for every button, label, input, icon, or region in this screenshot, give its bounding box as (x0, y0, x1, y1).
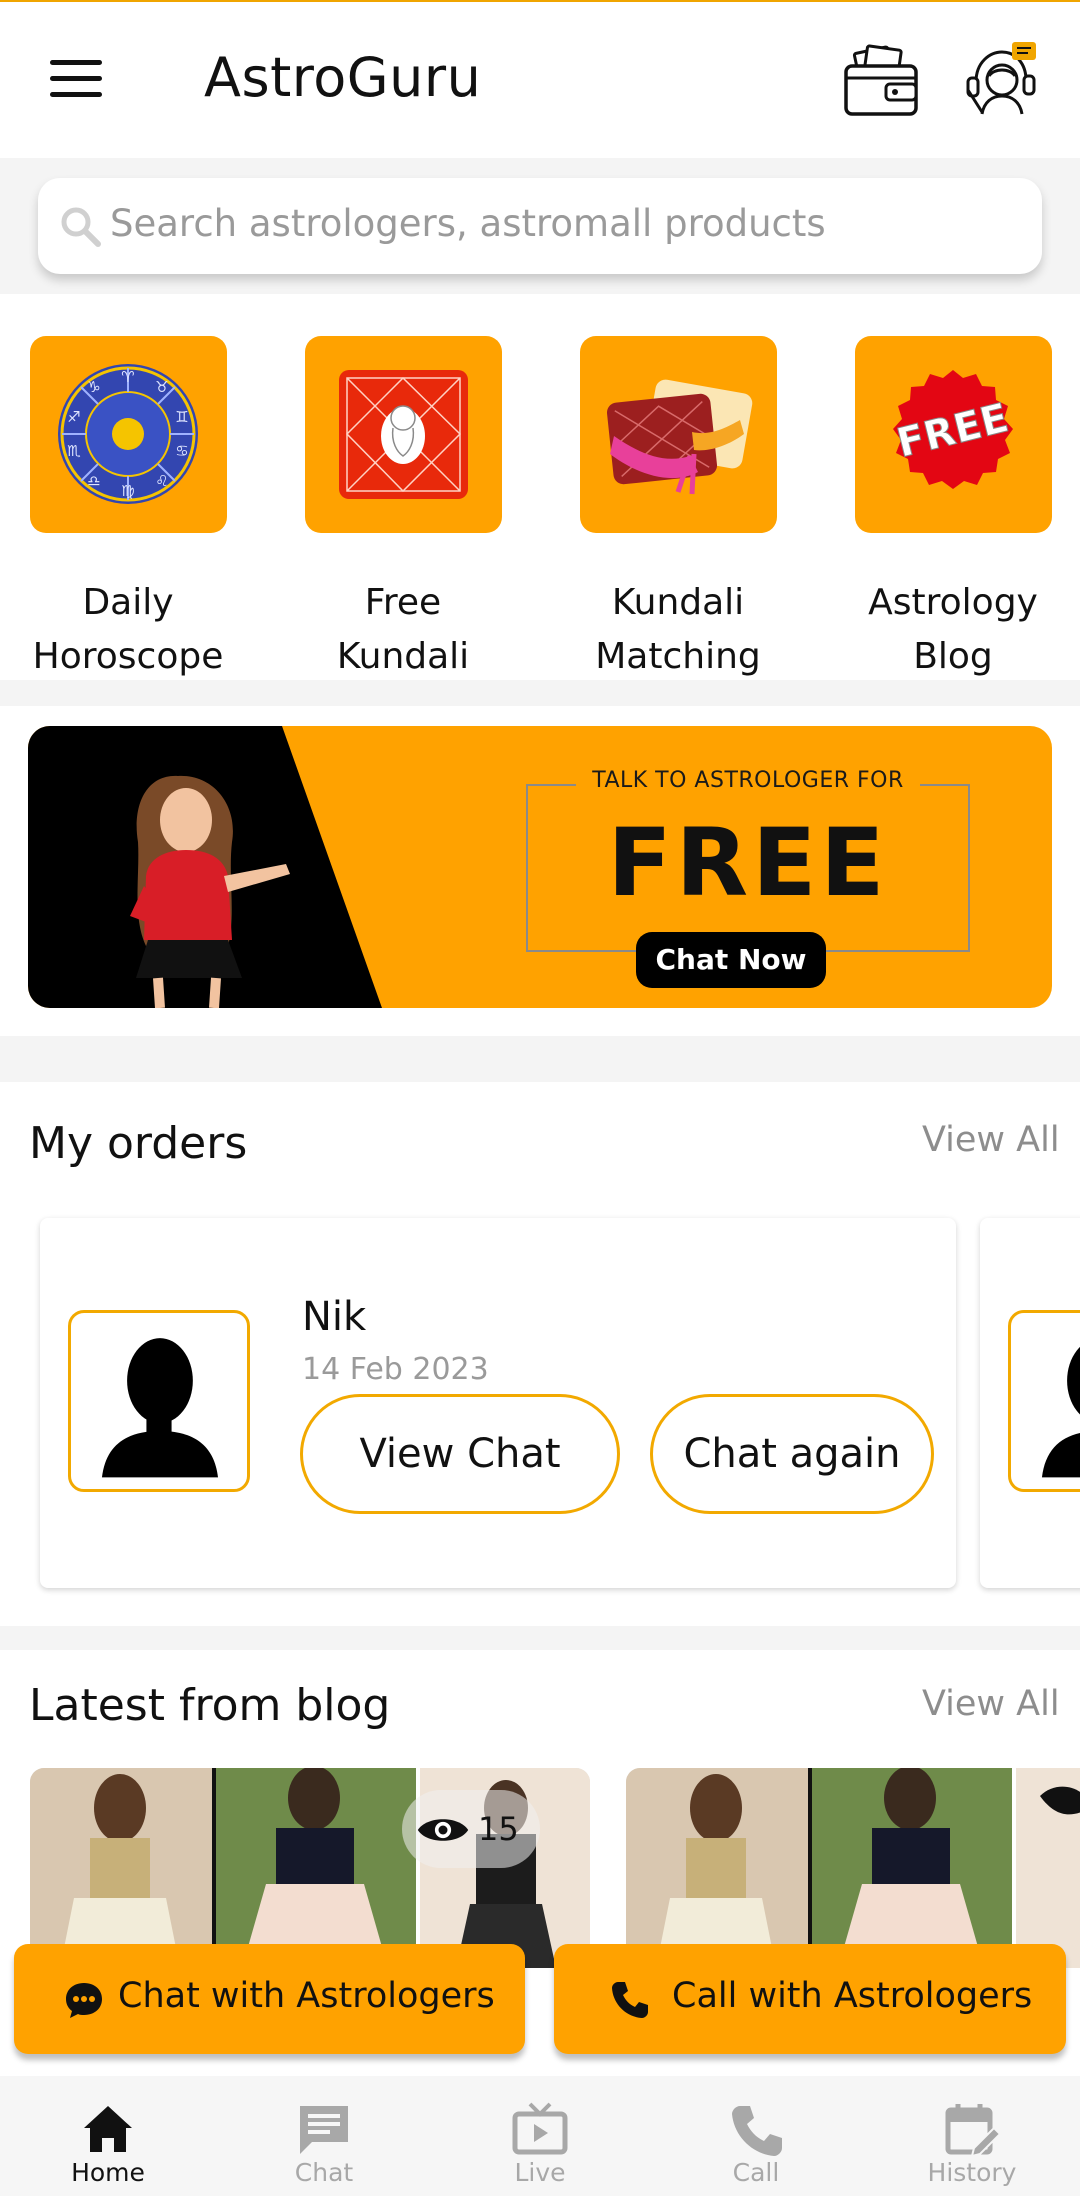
blog-thumbnail (626, 1768, 1080, 1968)
label-line-2: Horoscope (32, 636, 224, 677)
nav-label: Chat (294, 2158, 354, 2187)
nav-item-call[interactable]: Call (648, 2076, 864, 2196)
search-icon (61, 207, 101, 247)
phone-icon (732, 2106, 782, 2156)
person-silhouette-icon (1041, 1346, 1080, 1478)
label-line-2: Kundali (336, 636, 470, 677)
promo-headline: FREE (607, 809, 889, 918)
hamburger-menu-icon[interactable] (50, 60, 106, 100)
nav-item-chat[interactable]: Chat (216, 2076, 432, 2196)
avatar (68, 1310, 250, 1492)
blog-view-all-link[interactable]: View All (922, 1684, 1060, 1724)
quick-link-tile[interactable]: FREE (855, 336, 1052, 533)
search-placeholder: Search astrologers, astromall products (110, 202, 826, 245)
nav-item-home[interactable]: Home (0, 2076, 216, 2196)
svg-text:♍: ♍ (121, 482, 134, 500)
chat-again-button[interactable]: Chat again (650, 1394, 934, 1514)
label-line-2: Blog (913, 636, 993, 677)
label-line-2: Matching (595, 636, 761, 677)
quick-link-tile[interactable] (305, 336, 502, 533)
svg-text:♌: ♌ (155, 472, 168, 490)
kundali-matching-icon (606, 379, 753, 495)
quick-link-label: Daily Horoscope (0, 576, 258, 684)
section-divider (0, 1036, 1080, 1082)
blog-title: Latest from blog (29, 1680, 391, 1731)
blog-card[interactable] (626, 1768, 1080, 1968)
svg-text:♈: ♈ (121, 368, 134, 386)
label-line-1: Free (364, 582, 442, 623)
eye-icon (417, 1819, 469, 1841)
quick-link-tile[interactable]: ♈ ♉ ♊ ♋ ♌ ♍ ♎ ♏ ♐ ♑ (30, 336, 227, 533)
svg-text:♎: ♎ (87, 472, 100, 490)
zodiac-wheel-icon: ♈ ♉ ♊ ♋ ♌ ♍ ♎ ♏ ♐ ♑ (58, 364, 198, 504)
svg-text:♊: ♊ (175, 408, 188, 426)
section-divider (0, 1626, 1080, 1650)
nav-label: Live (514, 2158, 566, 2187)
call-with-astrologers-button[interactable]: Call with Astrologers (554, 1944, 1066, 2054)
quick-link-label: Astrology Blog (823, 576, 1080, 684)
quick-link-label: Free Kundali (273, 576, 533, 684)
person-silhouette-icon (101, 1338, 218, 1478)
nav-label: Home (71, 2158, 145, 2187)
blog-card[interactable]: 15 (30, 1768, 590, 1968)
phone-icon (612, 1982, 648, 2018)
app-header: AstroGuru (0, 2, 1080, 158)
chat-bubble-icon (66, 1983, 102, 2018)
kundali-chart-icon (339, 370, 468, 499)
home-icon (84, 2106, 132, 2152)
label-line-1: Astrology (868, 582, 1038, 623)
quick-links: ♈ ♉ ♊ ♋ ♌ ♍ ♎ ♏ ♐ ♑ Daily Horoscope Free… (0, 294, 1080, 680)
label-line-1: Kundali (611, 582, 745, 623)
app-screen: AstroGuru Search astrologers, astromall … (0, 0, 1080, 2196)
promo-banner[interactable]: TALK TO ASTROLOGER FOR FREE Chat Now (28, 726, 1052, 1008)
views-count: 15 (478, 1810, 519, 1848)
customer-support-icon[interactable] (962, 42, 1038, 118)
nav-label: History (927, 2158, 1017, 2187)
svg-text:♑: ♑ (87, 378, 100, 396)
order-date: 14 Feb 2023 (302, 1352, 489, 1387)
orders-title: My orders (29, 1118, 248, 1169)
order-astrologer-name: Nik (302, 1294, 367, 1340)
orders-view-all-link[interactable]: View All (922, 1120, 1060, 1160)
views-chip: 15 (402, 1790, 540, 1868)
label-line-1: Daily (82, 582, 174, 623)
quick-link-label: Kundali Matching (548, 576, 808, 684)
svg-text:♐: ♐ (67, 408, 80, 426)
chat-with-astrologers-button[interactable]: Chat with Astrologers (14, 1944, 525, 2054)
free-badge-icon: FREE (892, 370, 1014, 489)
chat-now-button[interactable]: Chat Now (636, 932, 826, 988)
svg-text:♋: ♋ (175, 442, 188, 460)
svg-text:♏: ♏ (67, 442, 81, 460)
calendar-edit-icon (945, 2104, 1000, 2156)
nav-label: Call (732, 2158, 780, 2187)
chat-icon (300, 2106, 348, 2154)
svg-text:♉: ♉ (155, 378, 168, 396)
live-tv-icon (512, 2102, 568, 2155)
wallet-icon[interactable] (842, 42, 920, 118)
call-with-astrologers-label: Call with Astrologers (672, 1976, 1033, 2016)
chat-with-astrologers-label: Chat with Astrologers (118, 1976, 495, 2016)
order-card[interactable] (980, 1218, 1080, 1588)
nav-item-history[interactable]: History (864, 2076, 1080, 2196)
app-title: AstroGuru (204, 46, 482, 109)
avatar (1008, 1310, 1080, 1492)
search-input[interactable]: Search astrologers, astromall products (38, 178, 1042, 274)
view-chat-button[interactable]: View Chat (300, 1394, 620, 1514)
promo-banner-section: TALK TO ASTROLOGER FOR FREE Chat Now (0, 706, 1080, 1036)
promo-subtitle: TALK TO ASTROLOGER FOR (576, 768, 920, 793)
nav-item-live[interactable]: Live (432, 2076, 648, 2196)
quick-link-tile[interactable] (580, 336, 777, 533)
order-card[interactable]: Nik 14 Feb 2023 View Chat Chat again (40, 1218, 956, 1588)
bottom-navigation: Home Chat Live Call History (0, 2076, 1080, 2196)
